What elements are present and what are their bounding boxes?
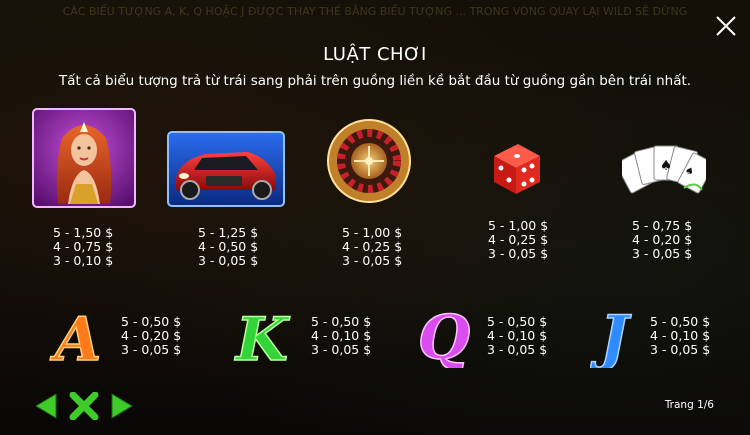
payout-line: 5 - 0,50 $ <box>121 314 182 329</box>
roulette-symbol <box>326 118 412 204</box>
close-x-icon <box>69 391 99 421</box>
letter-k-payouts: 5 - 0,50 $ 4 - 0,10 $ 3 - 0,05 $ <box>311 315 371 357</box>
payout-line: 3 - 0,05 $ <box>650 342 711 357</box>
letter-q-glyph: Q <box>418 303 470 368</box>
next-page-button[interactable] <box>108 392 136 424</box>
roulette-payouts: 5 - 1,00 $ 4 - 0,25 $ 3 - 0,05 $ <box>342 226 402 268</box>
car-payouts: 5 - 1,25 $ 4 - 0,50 $ 3 - 0,05 $ <box>198 226 258 268</box>
payout-line: 3 - 0,05 $ <box>632 246 693 261</box>
page-indicator: Trang 1/6 <box>664 399 714 411</box>
letter-q-symbol: Q <box>412 302 476 374</box>
payout-line: 4 - 0,75 $ <box>53 239 114 254</box>
payout-line: 4 - 0,20 $ <box>121 328 182 343</box>
payout-line: 5 - 0,50 $ <box>311 314 372 329</box>
payout-line: 5 - 1,50 $ <box>53 225 114 240</box>
close-button[interactable] <box>712 12 740 40</box>
cards-payouts: 5 - 0,75 $ 4 - 0,20 $ 3 - 0,05 $ <box>632 219 692 261</box>
woman-payouts: 5 - 1,50 $ 4 - 0,75 $ 3 - 0,10 $ <box>53 226 113 268</box>
payout-line: 5 - 1,25 $ <box>198 225 259 240</box>
arrow-left-icon <box>35 393 57 419</box>
arrow-right-icon <box>111 393 133 419</box>
svg-text:♠: ♠ <box>660 158 673 174</box>
rules-description: Tất cả biểu tượng trả từ trái sang phải … <box>58 73 692 89</box>
payout-line: 5 - 0,50 $ <box>487 314 548 329</box>
payout-line: 3 - 0,05 $ <box>121 342 182 357</box>
letter-j-symbol: J <box>589 302 638 374</box>
car-symbol <box>166 130 286 208</box>
payout-line: 4 - 0,20 $ <box>632 232 693 247</box>
payout-line: 5 - 0,50 $ <box>650 314 711 329</box>
woman-symbol <box>32 108 136 208</box>
payout-line: 3 - 0,05 $ <box>311 342 372 357</box>
letter-a-glyph: A <box>50 305 102 368</box>
payout-line: 4 - 0,10 $ <box>311 328 372 343</box>
payout-line: 3 - 0,10 $ <box>53 253 114 268</box>
letter-j-payouts: 5 - 0,50 $ 4 - 0,10 $ 3 - 0,05 $ <box>650 315 710 357</box>
payout-line: 4 - 0,10 $ <box>650 328 711 343</box>
payout-line: 3 - 0,05 $ <box>342 253 403 268</box>
payout-line: 3 - 0,05 $ <box>487 342 548 357</box>
previous-page-button[interactable] <box>32 392 60 424</box>
payout-line: 5 - 1,00 $ <box>342 225 403 240</box>
page-title: LUẬT CHƠI <box>323 44 427 65</box>
payout-line: 4 - 0,25 $ <box>342 239 403 254</box>
letter-a-payouts: 5 - 0,50 $ 4 - 0,20 $ 3 - 0,05 $ <box>121 315 181 357</box>
letter-k-symbol: K <box>230 304 294 376</box>
cards-symbol: ♠ ♠ <box>615 140 715 196</box>
payout-line: 4 - 0,50 $ <box>198 239 259 254</box>
letter-j-glyph: J <box>590 303 632 368</box>
letter-a-symbol: A <box>48 304 108 376</box>
payout-line: 5 - 0,75 $ <box>632 218 693 233</box>
close-rules-button[interactable] <box>68 391 100 424</box>
letter-q-payouts: 5 - 0,50 $ 4 - 0,10 $ 3 - 0,05 $ <box>487 315 547 357</box>
payout-line: 3 - 0,05 $ <box>488 246 549 261</box>
close-icon <box>716 16 736 36</box>
letter-k-glyph: K <box>234 305 291 368</box>
payout-line: 5 - 1,00 $ <box>488 218 549 233</box>
dice-symbol <box>484 138 548 196</box>
background-ticker-text: CÁC BIỂU TƯỢNG A, K, Q HOẶC J ĐƯỢC THAY … <box>62 5 688 18</box>
payout-line: 4 - 0,10 $ <box>487 328 548 343</box>
dice-payouts: 5 - 1,00 $ 4 - 0,25 $ 3 - 0,05 $ <box>488 219 548 261</box>
payout-line: 3 - 0,05 $ <box>198 253 259 268</box>
payout-line: 4 - 0,25 $ <box>488 232 549 247</box>
